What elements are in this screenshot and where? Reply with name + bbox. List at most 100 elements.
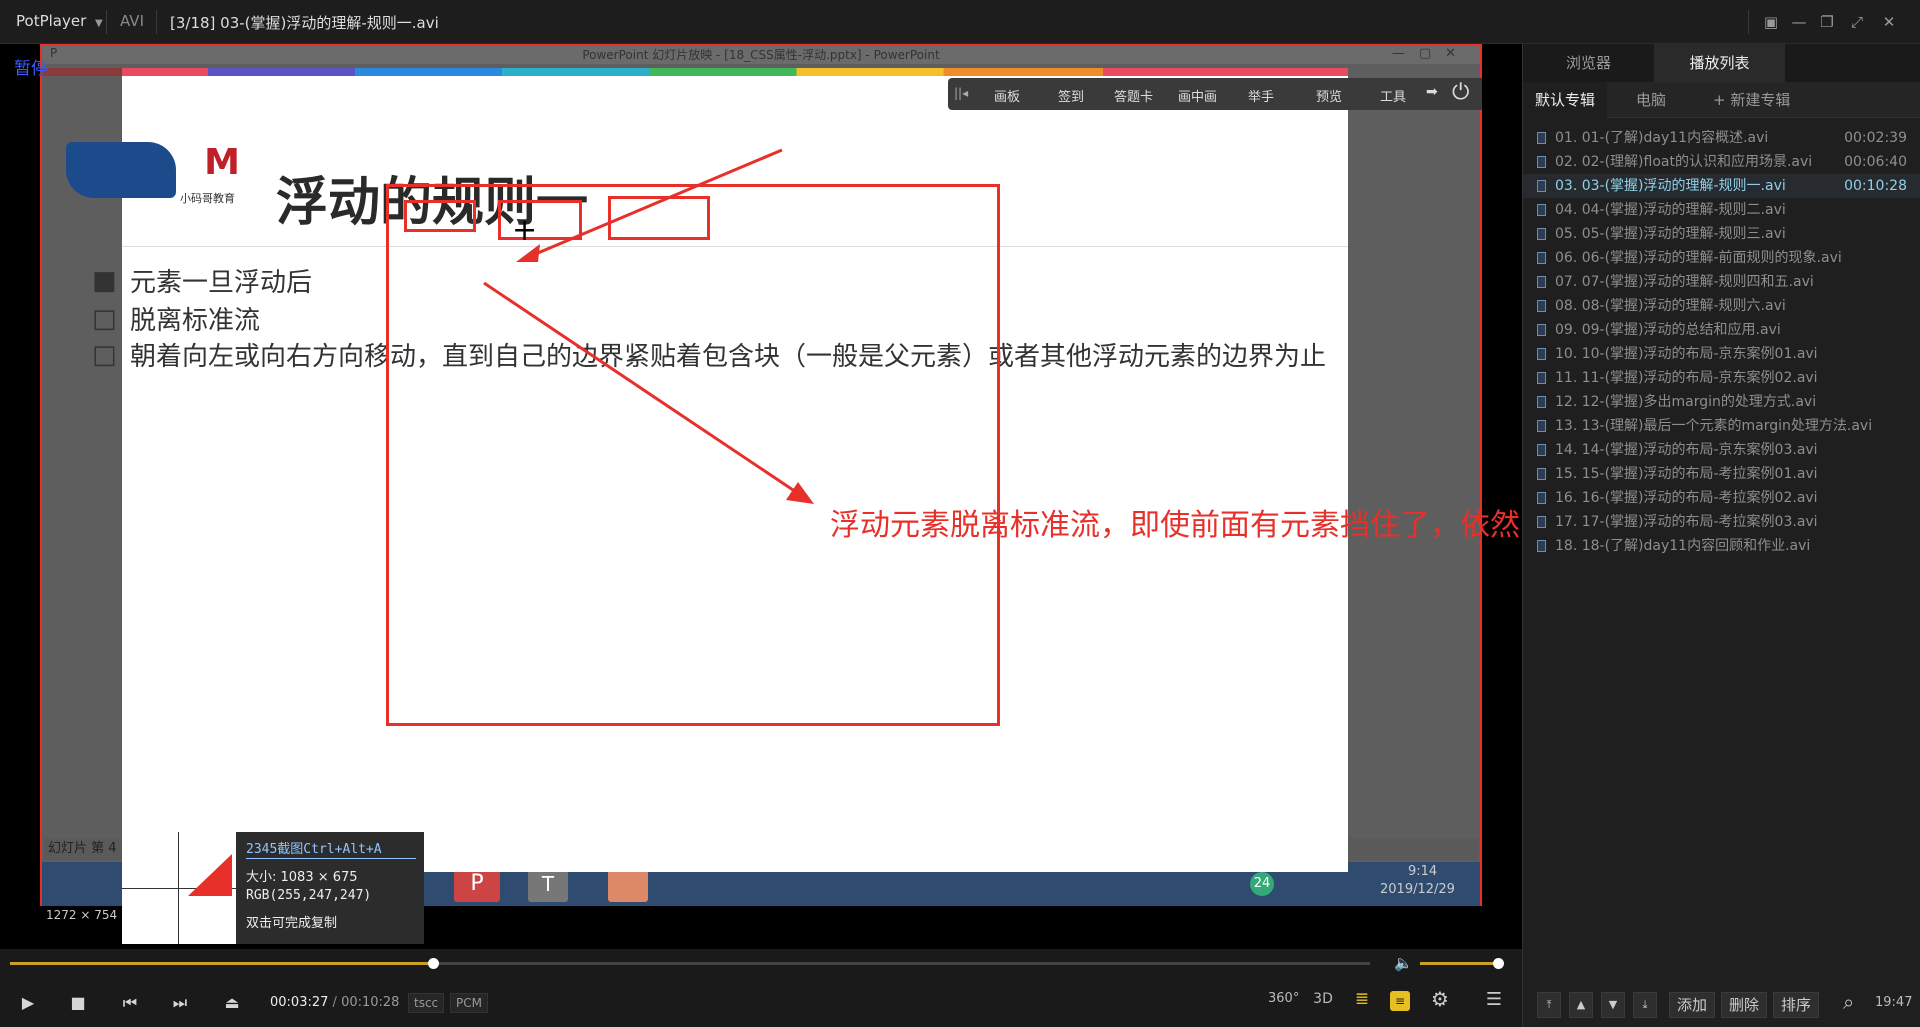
eject-icon[interactable]: ⏏ <box>220 993 244 1012</box>
seek-track[interactable] <box>10 958 1370 969</box>
arrow-head-2 <box>786 482 814 504</box>
toolbar-pip[interactable]: 画中画 <box>1178 86 1217 105</box>
video-file-icon <box>1537 228 1546 240</box>
ppt-window-controls: —▢✕ <box>1391 46 1470 61</box>
menu-icon[interactable]: ☰ <box>1482 989 1506 1010</box>
playlist-item[interactable]: 03. 03-(掌握)浮动的理解-规则一.avi 00:10:28 <box>1523 174 1920 198</box>
playlist-item[interactable]: 01. 01-(了解)day11内容概述.avi 00:02:39 <box>1523 126 1920 150</box>
playlist-item-name: 11. 11-(掌握)浮动的布局-京东案例02.avi <box>1555 370 1818 386</box>
tooltip-title: 2345截图Ctrl+Alt+A <box>246 842 382 857</box>
tooltip-rgb: RGB(255,247,247) <box>246 888 372 903</box>
move-up-icon[interactable]: ▲ <box>1569 992 1593 1018</box>
title-divider <box>1748 10 1749 34</box>
title-divider <box>106 10 107 34</box>
delete-button[interactable]: 删除 <box>1721 992 1767 1018</box>
bullet-marker: □ <box>92 340 117 370</box>
playlist-item[interactable]: 17. 17-(掌握)浮动的布局-考拉案例03.avi <box>1523 510 1920 534</box>
playlist-item-name: 17. 17-(掌握)浮动的布局-考拉案例03.avi <box>1555 514 1818 530</box>
playlist-item[interactable]: 10. 10-(掌握)浮动的布局-京东案例01.avi <box>1523 342 1920 366</box>
video-file-icon <box>1537 204 1546 216</box>
playlist-item-duration: 00:10:28 <box>1844 178 1907 194</box>
playlist-item[interactable]: 02. 02-(理解)float的认识和应用场景.avi 00:06:40 <box>1523 150 1920 174</box>
playlist-item[interactable]: 08. 08-(掌握)浮动的理解-规则六.avi <box>1523 294 1920 318</box>
move-bottom-icon[interactable]: ⤓ <box>1633 992 1657 1018</box>
playlist-item[interactable]: 07. 07-(掌握)浮动的理解-规则四和五.avi <box>1523 270 1920 294</box>
playlist-item-name: 12. 12-(掌握)多出margin的处理方式.avi <box>1555 394 1817 410</box>
tab-computer[interactable]: 电脑 <box>1609 82 1693 118</box>
playlist-item[interactable]: 14. 14-(掌握)浮动的布局-京东案例03.avi <box>1523 438 1920 462</box>
drag-handle-icon[interactable]: ||◂ <box>954 86 968 100</box>
playlist-item[interactable]: 04. 04-(掌握)浮动的理解-规则二.avi <box>1523 198 1920 222</box>
playlist-item-name: 02. 02-(理解)float的认识和应用场景.avi <box>1555 154 1813 170</box>
move-down-icon[interactable]: ▼ <box>1601 992 1625 1018</box>
fullscreen-icon[interactable]: ⤢ <box>1848 12 1866 32</box>
playlist-item[interactable]: 18. 18-(了解)day11内容回顾和作业.avi <box>1523 534 1920 558</box>
stop-icon[interactable]: ■ <box>68 993 88 1012</box>
vr-360-button[interactable]: 360° <box>1268 991 1299 1006</box>
playlist-item[interactable]: 15. 15-(掌握)浮动的布局-考拉案例01.avi <box>1523 462 1920 486</box>
playlist-item-name: 03. 03-(掌握)浮动的理解-规则一.avi <box>1555 178 1786 194</box>
previous-icon[interactable]: ⏮ <box>118 993 142 1013</box>
playlist-search-icon[interactable]: ≣ <box>1350 989 1374 1009</box>
playlist-item[interactable]: 09. 09-(掌握)浮动的总结和应用.avi <box>1523 318 1920 342</box>
playlist: 01. 01-(了解)day11内容概述.avi 00:02:39 02. 02-(… <box>1523 126 1920 606</box>
playlist-item-name: 09. 09-(掌握)浮动的总结和应用.avi <box>1555 322 1781 338</box>
playlist-item-duration: 00:06:40 <box>1844 154 1907 170</box>
playlist-panel: 浏览器 播放列表 默认专辑 电脑 + 新建专辑 01. 01-(了解)day11… <box>1522 44 1920 1027</box>
taskbar-date: 2019/12/29 <box>1380 882 1455 897</box>
toolbar-raise-hand[interactable]: 举手 <box>1248 86 1274 105</box>
playlist-item[interactable]: 05. 05-(掌握)浮动的理解-规则三.avi <box>1523 222 1920 246</box>
playlist-item[interactable]: 16. 16-(掌握)浮动的布局-考拉案例02.avi <box>1523 486 1920 510</box>
ppt-window-title: PowerPoint 幻灯片放映 - [18_CSS属性-浮动.pptx] - … <box>42 46 1480 64</box>
tab-default-album[interactable]: 默认专辑 <box>1523 82 1607 118</box>
arrow-line-1 <box>525 148 783 260</box>
annotation-arrows <box>483 148 814 504</box>
collapse-icon[interactable]: ➡ <box>1426 84 1438 100</box>
subtitle-icon[interactable]: ≡ <box>1390 991 1410 1011</box>
presentation-slide: M 小码哥教育 浮动的规则一 ■ 元素一旦浮动后 □ 脱离标准流 □ 朝着向左或… <box>66 76 1522 872</box>
toolbar-tools[interactable]: 工具 <box>1380 86 1406 105</box>
tab-playlist[interactable]: 播放列表 <box>1654 44 1785 82</box>
slide-color-stripe <box>122 68 1348 76</box>
close-icon[interactable]: ✕ <box>1880 12 1898 32</box>
restore-icon[interactable]: ❐ <box>1818 12 1836 32</box>
3d-button[interactable]: 3D <box>1310 991 1336 1007</box>
next-icon[interactable]: ⏭ <box>168 993 192 1013</box>
power-icon[interactable]: ⏻ <box>1452 80 1469 105</box>
slide-color-stripe-left <box>40 68 122 76</box>
tooltip-size: 大小: 1083 × 675 <box>246 870 358 885</box>
video-file-icon <box>1537 180 1546 192</box>
screenshot-tooltip: 2345截图Ctrl+Alt+A 大小: 1083 × 675 RGB(255,… <box>122 832 424 944</box>
playlist-item-name: 16. 16-(掌握)浮动的布局-考拉案例02.avi <box>1555 490 1818 506</box>
toolbar-sign-in[interactable]: 签到 <box>1058 86 1084 105</box>
app-menu[interactable]: PotPlayer ▼ <box>16 12 103 30</box>
toolbar-preview[interactable]: 预览 <box>1316 86 1342 105</box>
playlist-item-name: 10. 10-(掌握)浮动的布局-京东案例01.avi <box>1555 346 1818 362</box>
annotation-text: 浮动元素脱离标准流，即使前面有元素挡住了，依然紧贴左边界 <box>830 508 1522 543</box>
settings-gear-icon[interactable]: ⚙ <box>1428 987 1452 1011</box>
move-top-icon[interactable]: ⤒ <box>1537 992 1561 1018</box>
playlist-item[interactable]: 11. 11-(掌握)浮动的布局-京东案例02.avi <box>1523 366 1920 390</box>
seek-handle[interactable] <box>427 958 439 969</box>
playlist-item[interactable]: 06. 06-(掌握)浮动的理解-前面规则的现象.avi <box>1523 246 1920 270</box>
toolbar-drawing-board[interactable]: 画板 <box>994 86 1020 105</box>
title-bar: PotPlayer ▼ AVI [3/18] 03-(掌握)浮动的理解-规则一.… <box>0 0 1920 44</box>
minimize-icon[interactable]: — <box>1790 12 1808 32</box>
playlist-item[interactable]: 12. 12-(掌握)多出margin的处理方式.avi <box>1523 390 1920 414</box>
play-icon[interactable]: ▶ <box>18 993 38 1012</box>
volume-track[interactable] <box>1420 958 1504 969</box>
osd-status: 暂停 <box>14 59 48 79</box>
chevron-down-icon: ▼ <box>95 18 103 29</box>
pin-icon[interactable]: ▣ <box>1762 12 1780 32</box>
playlist-item[interactable]: 13. 13-(理解)最后一个元素的margin处理方法.avi <box>1523 414 1920 438</box>
search-icon[interactable]: ⌕ <box>1843 990 1854 1014</box>
new-album-button[interactable]: + 新建专辑 <box>1713 82 1823 118</box>
album-tabs: 默认专辑 电脑 + 新建专辑 <box>1523 82 1920 118</box>
volume-handle[interactable] <box>1492 958 1504 969</box>
volume-icon[interactable]: 🔈 <box>1394 954 1413 972</box>
video-area[interactable]: PowerPoint 幻灯片放映 - [18_CSS属性-浮动.pptx] - … <box>0 44 1522 949</box>
tab-browser[interactable]: 浏览器 <box>1523 44 1654 82</box>
add-button[interactable]: 添加 <box>1669 992 1715 1018</box>
toolbar-answer-card[interactable]: 答题卡 <box>1114 86 1153 105</box>
sort-button[interactable]: 排序 <box>1773 992 1819 1018</box>
